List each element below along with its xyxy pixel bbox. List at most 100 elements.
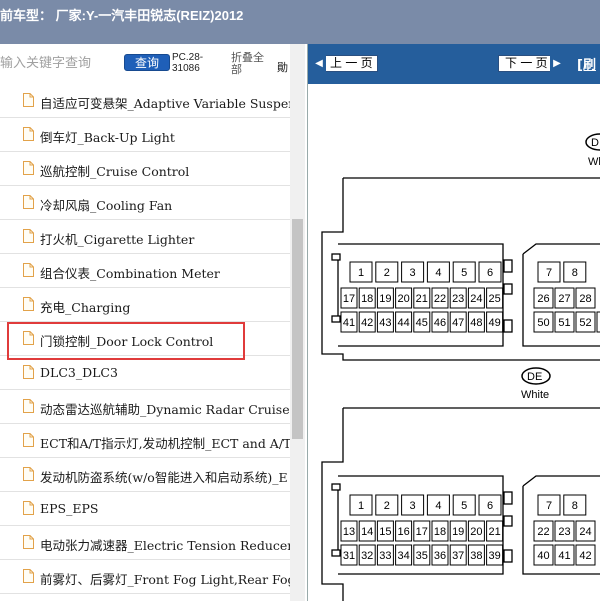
pin-number: 19: [452, 526, 464, 538]
pin-number: 4: [435, 267, 441, 279]
document-icon: [23, 569, 34, 583]
tree-item[interactable]: 打火机_Cigarette Lighter: [0, 220, 290, 254]
document-icon: [23, 535, 34, 549]
pin-number: 22: [537, 526, 549, 538]
tree-item[interactable]: 倒车灯_Back-Up Light: [0, 118, 290, 152]
pin-number: 2: [384, 500, 390, 512]
pin-number: 51: [558, 317, 570, 329]
tree-item[interactable]: EPS_EPS: [0, 492, 290, 526]
tree-item-label: EPS_EPS: [40, 501, 99, 516]
tree-item[interactable]: DLC3_DLC3: [0, 356, 290, 390]
next-page-label: 下 一 页: [505, 56, 548, 70]
pin-number: 41: [558, 550, 570, 562]
next-page-button[interactable]: 下 一 页 ▶: [498, 55, 564, 72]
tree-item[interactable]: 动态雷达巡航辅助_Dynamic Radar Cruise Co: [0, 390, 290, 424]
tree-item-label: 巡航控制_Cruise Control: [40, 164, 190, 179]
connector2-code: DE: [527, 371, 542, 383]
tree-item[interactable]: 电动张力减速器_Electric Tension Reducer: [0, 526, 290, 560]
pin-number: 13: [343, 526, 355, 538]
scrollbar-thumb[interactable]: [292, 219, 303, 439]
pin-number: 7: [546, 500, 552, 512]
pin-number: 17: [416, 526, 428, 538]
tree-item-label: 电动张力减速器_Electric Tension Reducer: [40, 538, 290, 553]
collapse-all-link[interactable]: 折叠全部: [231, 52, 271, 76]
pin-number: 3: [410, 267, 416, 279]
cut-off-label: 勛: [277, 61, 288, 74]
selection-highlight: [7, 322, 245, 360]
document-icon: [23, 399, 34, 413]
tree-item[interactable]: 充电_Charging: [0, 288, 290, 322]
pin-number: 18: [434, 526, 446, 538]
arrow-right-icon: ▶: [550, 55, 564, 72]
pin-number: 24: [470, 293, 482, 305]
pin-number: 1: [358, 500, 364, 512]
document-icon: [23, 161, 34, 175]
pin-number: 34: [397, 550, 409, 562]
arrow-left-icon: ◀: [312, 55, 326, 72]
document-icon: [23, 297, 34, 311]
pin-number: 21: [416, 293, 428, 305]
pin-number: 31: [343, 550, 355, 562]
connector1-label: D Wh: [585, 133, 600, 168]
pin-number: 5: [461, 267, 467, 279]
document-icon: [23, 365, 34, 379]
tree-item-label: 发动机防盗系统(w/o智能进入和启动系统)_E: [40, 470, 288, 485]
tree-scrollbar[interactable]: [290, 44, 305, 601]
pin-number: 21: [488, 526, 500, 538]
tree-item-label: ECT和A/T指示灯,发动机控制_ECT and A/T I: [40, 436, 290, 451]
pin-number: 7: [546, 267, 552, 279]
pin-number: 52: [579, 317, 591, 329]
pin-number: 5: [461, 500, 467, 512]
document-icon: [23, 127, 34, 141]
pin-number: 23: [452, 293, 464, 305]
document-icon: [23, 93, 34, 107]
search-button[interactable]: 查询: [124, 54, 170, 71]
pin-number: 44: [397, 317, 409, 329]
pin-number: 27: [558, 293, 570, 305]
publication-code: PC.28-31086: [172, 52, 204, 74]
tree-item-label: 冷却风扇_Cooling Fan: [40, 198, 173, 213]
pin-number: 48: [470, 317, 482, 329]
tree-item[interactable]: ECT和A/T指示灯,发动机控制_ECT and A/T I: [0, 424, 290, 458]
pin-number: 16: [397, 526, 409, 538]
connector-diagram: D Wh 12345617181920212223242541424344454…: [321, 133, 600, 601]
prev-page-label: 上 一 页: [330, 56, 373, 70]
refresh-link[interactable]: [刷: [577, 54, 596, 73]
tree-item[interactable]: 冷却风扇_Cooling Fan: [0, 186, 290, 220]
pin-number: 50: [537, 317, 549, 329]
tree-item[interactable]: 发动机防盗系统(w/o智能进入和启动系统)_E: [0, 458, 290, 492]
tree-item[interactable]: 自适应可变悬架_Adaptive Variable Suspension: [0, 84, 290, 118]
viewer-panel: ◀ 上 一 页 下 一 页 ▶ [刷 D Wh 1: [307, 44, 600, 601]
pin-number: 47: [452, 317, 464, 329]
pin-number: 22: [434, 293, 446, 305]
tree-item[interactable]: 前雾灯、后雾灯_Front Fog Light,Rear Fog Li: [0, 560, 290, 594]
pin-number: 45: [416, 317, 428, 329]
viewer-navbar: ◀ 上 一 页 下 一 页 ▶ [刷: [308, 44, 600, 84]
tree-item-label: 组合仪表_Combination Meter: [40, 266, 220, 281]
pin-number: 26: [537, 293, 549, 305]
pin-number: 6: [487, 267, 493, 279]
pin-number: 28: [579, 293, 591, 305]
pin-number: 42: [579, 550, 591, 562]
pin-number: 25: [488, 293, 500, 305]
pin-number: 18: [361, 293, 373, 305]
pin-number: 42: [361, 317, 373, 329]
connector1-pins: 1 2 3 4 5 617 18 19 20 21 22 23 24 2541 42 43 44 45 46 47 48…: [340, 261, 600, 333]
pin-number: 15: [379, 526, 391, 538]
pin-number: 20: [470, 526, 482, 538]
connector1-color: Wh: [588, 156, 600, 168]
pin-number: 3: [410, 500, 416, 512]
left-panel: 查询 PC.28-31086 折叠全部 勛 自适应可变悬架_Adaptive V…: [0, 44, 305, 601]
pin-number: 4: [435, 500, 441, 512]
tree-item-label: DLC3_DLC3: [40, 365, 118, 380]
pin-number: 2: [384, 267, 390, 279]
pin-number: 32: [361, 550, 373, 562]
pin-number: 35: [416, 550, 428, 562]
search-input[interactable]: [0, 52, 118, 74]
tree-item[interactable]: 组合仪表_Combination Meter: [0, 254, 290, 288]
pin-number: 20: [397, 293, 409, 305]
tree-item[interactable]: 巡航控制_Cruise Control: [0, 152, 290, 186]
pin-number: 41: [343, 317, 355, 329]
prev-page-button[interactable]: ◀ 上 一 页: [312, 55, 378, 72]
tree-item-label: 前雾灯、后雾灯_Front Fog Light,Rear Fog Li: [40, 572, 290, 587]
